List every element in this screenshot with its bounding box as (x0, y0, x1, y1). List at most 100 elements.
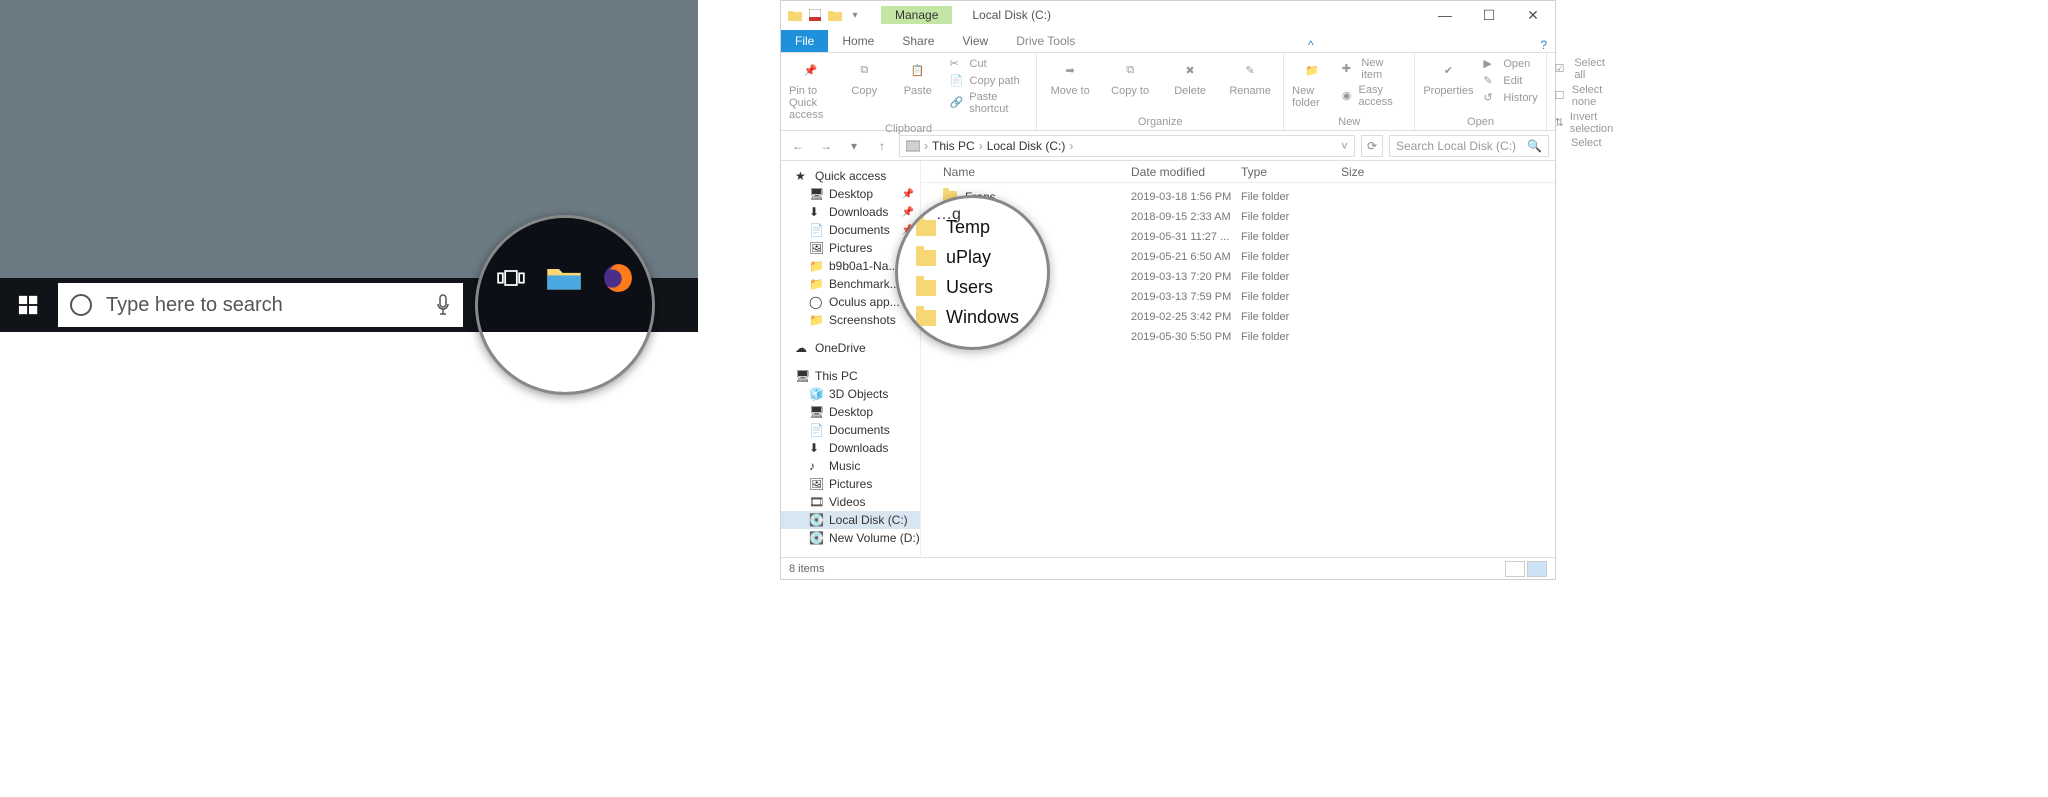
rename-button[interactable]: ✎Rename (1225, 57, 1275, 97)
copy-button[interactable]: ⧉Copy (843, 57, 887, 97)
recent-locations-button[interactable]: ▾ (843, 135, 865, 157)
copy-to-button[interactable]: ⧉Copy to (1105, 57, 1155, 97)
properties-button[interactable]: ✔Properties (1423, 57, 1473, 97)
paste-button[interactable]: 📋Paste (896, 57, 940, 97)
table-row[interactable]: Fraps2019-03-18 1:56 PMFile folder (921, 187, 1555, 207)
edit-button[interactable]: ✎Edit (1483, 74, 1537, 88)
nav-onedrive[interactable]: ☁OneDrive (781, 339, 920, 357)
music-icon: ♪ (809, 459, 823, 473)
breadcrumb[interactable]: › This PC › Local Disk (C:) › ˅ (899, 135, 1355, 157)
file-date: 2018-09-15 2:33 AM (1131, 211, 1241, 223)
file-date: 2019-05-31 11:27 ... (1131, 231, 1241, 243)
folder-icon[interactable] (787, 7, 803, 23)
tab-view[interactable]: View (948, 30, 1002, 52)
this-pc-icon: 🖥 (795, 369, 809, 383)
easy-access-button[interactable]: ◉Easy access (1342, 84, 1407, 108)
column-type[interactable]: Type (1241, 165, 1341, 179)
column-name[interactable]: Name (921, 165, 1131, 179)
search-placeholder-text: Search Local Disk (C:) (1396, 139, 1516, 153)
move-to-button[interactable]: ➡Move to (1045, 57, 1095, 97)
help-icon[interactable]: ? (1540, 38, 1555, 52)
breadcrumb-drive[interactable]: Local Disk (C:) (987, 139, 1066, 153)
nav-desktop[interactable]: 🖥Desktop📌 (781, 185, 920, 203)
properties-icon: ✔ (1435, 57, 1461, 83)
select-none-button[interactable]: ☐Select none (1555, 84, 1618, 108)
forward-button[interactable]: → (815, 135, 837, 157)
tab-share[interactable]: Share (888, 30, 948, 52)
nav-3d-objects[interactable]: 🧊3D Objects (781, 385, 920, 403)
collapse-ribbon-icon[interactable]: ^ (1308, 38, 1322, 52)
close-button[interactable]: ✕ (1511, 1, 1555, 29)
navigation-pane[interactable]: ★Quick access 🖥Desktop📌 ⬇Downloads📌 📄Doc… (781, 161, 921, 557)
drive-icon: 💽 (809, 513, 823, 527)
column-size[interactable]: Size (1341, 165, 1401, 179)
breadcrumb-this-pc[interactable]: This PC (932, 139, 975, 153)
taskbar-search[interactable]: Type here to search (58, 283, 463, 327)
magnified-folder-name: uPlay (946, 247, 991, 268)
new-folder-qat-icon[interactable] (827, 7, 843, 23)
videos-icon: 🎞 (809, 495, 823, 509)
nav-downloads-2[interactable]: ⬇Downloads (781, 439, 920, 457)
maximize-button[interactable]: ☐ (1467, 1, 1511, 29)
paste-shortcut-button[interactable]: 🔗Paste shortcut (950, 91, 1029, 115)
details-view-button[interactable] (1505, 561, 1525, 577)
invert-selection-button[interactable]: ⇅Invert selection (1555, 111, 1618, 135)
new-folder-button[interactable]: 📁New folder (1292, 57, 1332, 109)
tab-file[interactable]: File (781, 30, 828, 52)
minimize-button[interactable]: — (1423, 1, 1467, 29)
manage-contextual-tab[interactable]: Manage (881, 6, 952, 24)
quick-access-toolbar: ▾ (781, 7, 863, 23)
history-icon: ↺ (1483, 91, 1497, 105)
cut-button[interactable]: ✂Cut (950, 57, 1029, 71)
qat-dropdown-icon[interactable]: ▾ (847, 7, 863, 23)
nav-new-volume-d[interactable]: 💽New Volume (D:) (781, 529, 920, 547)
delete-button[interactable]: ✖Delete (1165, 57, 1215, 97)
file-date: 2019-05-21 6:50 AM (1131, 251, 1241, 263)
refresh-button[interactable]: ⟳ (1361, 135, 1383, 157)
nav-music[interactable]: ♪Music (781, 457, 920, 475)
breadcrumb-dropdown-icon[interactable]: ˅ (1341, 139, 1348, 153)
nav-documents[interactable]: 📄Documents📌 (781, 221, 920, 239)
open-button[interactable]: ▶Open (1483, 57, 1537, 71)
file-date: 2019-03-18 1:56 PM (1131, 191, 1241, 203)
window-title: Local Disk (C:) (972, 8, 1051, 22)
nav-videos[interactable]: 🎞Videos (781, 493, 920, 511)
cortana-icon (70, 294, 92, 316)
explorer-search[interactable]: Search Local Disk (C:) 🔍 (1389, 135, 1549, 157)
windows-logo-icon (18, 294, 40, 316)
folder-icon: 📁 (809, 259, 823, 273)
pin-to-quick-access-button[interactable]: 📌Pin to Quick access (789, 57, 833, 121)
select-all-button[interactable]: ☑Select all (1555, 57, 1618, 81)
nav-local-disk-c[interactable]: 💽Local Disk (C:) (781, 511, 920, 529)
nav-documents-2[interactable]: 📄Documents (781, 421, 920, 439)
up-button[interactable]: ↑ (871, 135, 893, 157)
start-button[interactable] (0, 278, 58, 332)
invert-selection-icon: ⇅ (1555, 116, 1564, 130)
nav-folder[interactable]: 📁Screenshots (781, 311, 920, 329)
new-item-button[interactable]: ✚New item (1342, 57, 1407, 81)
nav-downloads[interactable]: ⬇Downloads📌 (781, 203, 920, 221)
microphone-icon[interactable] (435, 294, 451, 316)
properties-qat-icon[interactable] (807, 7, 823, 23)
delete-icon: ✖ (1177, 57, 1203, 83)
back-button[interactable]: ← (787, 135, 809, 157)
copy-path-button[interactable]: 📄Copy path (950, 74, 1029, 88)
icons-view-button[interactable] (1527, 561, 1547, 577)
column-date[interactable]: Date modified (1131, 165, 1241, 179)
file-date: 2019-02-25 3:42 PM (1131, 311, 1241, 323)
ribbon-tabs: File Home Share View Drive Tools ^ ? (781, 29, 1555, 53)
drive-icon: 💽 (809, 531, 823, 545)
tab-drive-tools[interactable]: Drive Tools (1002, 30, 1089, 52)
column-headers: Name Date modified Type Size (921, 161, 1555, 183)
move-to-icon: ➡ (1057, 57, 1083, 83)
file-date: 2019-05-30 5:50 PM (1131, 331, 1241, 343)
pin-icon: 📌 (902, 207, 914, 218)
file-type: File folder (1241, 251, 1341, 263)
file-type: File folder (1241, 231, 1341, 243)
history-button[interactable]: ↺History (1483, 91, 1537, 105)
nav-desktop-2[interactable]: 🖥Desktop (781, 403, 920, 421)
nav-this-pc[interactable]: 🖥This PC (781, 367, 920, 385)
nav-quick-access[interactable]: ★Quick access (781, 167, 920, 185)
tab-home[interactable]: Home (828, 30, 888, 52)
nav-pictures-2[interactable]: 🖼Pictures (781, 475, 920, 493)
